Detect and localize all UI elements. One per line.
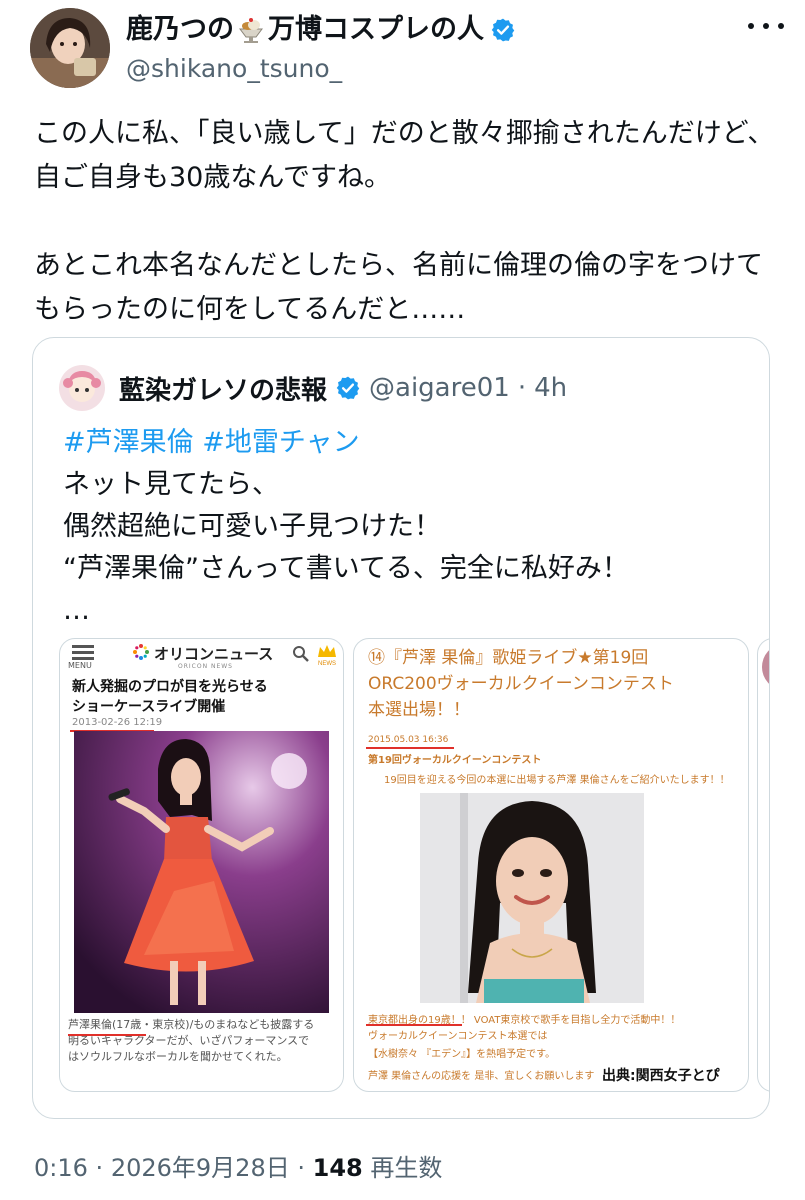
meta-separator: · bbox=[297, 1154, 305, 1182]
hashtag-link[interactable]: #地雷チャン bbox=[202, 427, 359, 458]
media-image-2[interactable]: ⑭『芦澤 果倫』歌姫ライブ★第19回 ORC200ヴォーカルクイーンコンテスト … bbox=[353, 638, 749, 1092]
portrait-photo bbox=[420, 793, 644, 1003]
red-underline bbox=[366, 747, 454, 749]
news-caption: 芦澤果倫(17歳・東京校)/ものまねなども披露する 明るいキャラクターだが、いざ… bbox=[68, 1018, 315, 1063]
menu-label: MENU bbox=[68, 661, 92, 670]
media-image-3[interactable] bbox=[757, 638, 769, 1092]
source-credit: 出典:関西女子とぴ bbox=[600, 1065, 722, 1085]
quoted-post-text: #芦澤果倫 #地雷チャン ネット見てたら、 偶然超絶に可愛い子見つけた！ “芦澤… bbox=[63, 422, 753, 632]
author-handle[interactable]: @shikano_tsuno_ bbox=[126, 54, 342, 83]
blog-line-3: 【水樹奈々 『エデン』】を熱唱予定です。 bbox=[368, 1049, 556, 1060]
post-date[interactable]: 2026年9月28日 bbox=[111, 1154, 290, 1182]
meta-separator: · bbox=[95, 1154, 104, 1182]
blog-line-2: ヴォーカルクイーンコンテスト本選では bbox=[368, 1031, 548, 1042]
crown-label: NEWS bbox=[318, 661, 336, 667]
news-date: 2013-02-26 12:19 bbox=[72, 717, 163, 728]
post-time[interactable]: 0:16 bbox=[34, 1154, 88, 1182]
quoted-separator: · bbox=[517, 373, 527, 403]
author-display-name[interactable]: 鹿乃つの 万博コスプレの人 bbox=[126, 14, 516, 46]
more-options-icon[interactable] bbox=[748, 14, 784, 38]
quoted-post-header: 藍染ガレソの悲報 @aigare01 · 4h bbox=[59, 364, 567, 412]
quoted-author-handle: @aigare01 bbox=[369, 373, 510, 403]
author-avatar[interactable] bbox=[30, 8, 110, 88]
red-underline bbox=[366, 1024, 462, 1026]
post-meta: 0:16 · 2026年9月28日 · 148 再生数 bbox=[34, 1148, 442, 1183]
quoted-verified-badge-icon bbox=[335, 375, 361, 401]
news-site-header: MENU オリコンニュース ORICON NEWS NEWS bbox=[60, 639, 343, 675]
oricon-logo-subtitle: ORICON NEWS bbox=[178, 663, 233, 670]
blog-date: 2015.05.03 16:36 bbox=[368, 735, 449, 745]
quoted-post-card[interactable]: 藍染ガレソの悲報 @aigare01 · 4h #芦澤果倫 #地雷チャン ネット… bbox=[32, 337, 770, 1119]
media-gallery: MENU オリコンニュース ORICON NEWS NEWS 新人発掘のプロが目… bbox=[59, 638, 769, 1108]
blog-subheading: 第19回ヴォーカルクイーンコンテスト bbox=[368, 755, 542, 766]
media-image-1[interactable]: MENU オリコンニュース ORICON NEWS NEWS 新人発掘のプロが目… bbox=[59, 638, 344, 1092]
author-name-part2: 万博コスプレの人 bbox=[268, 14, 484, 45]
news-headline: 新人発掘のプロが目を光らせる ショーケースライブ開催 bbox=[72, 679, 268, 715]
search-icon bbox=[292, 645, 310, 663]
verified-badge-icon bbox=[490, 17, 516, 43]
quoted-post-time: 4h bbox=[534, 373, 568, 403]
author-name-part1: 鹿乃つの bbox=[126, 14, 234, 45]
quoted-body: ネット見てたら、 偶然超絶に可愛い子見つけた！ “芦澤果倫”さんって書いてる、完… bbox=[63, 469, 629, 626]
post-text: この人に私、「良い歳して」だのと散々揶揄されたんだけど、自ご自身も30歳なんです… bbox=[34, 118, 775, 325]
post-header: 鹿乃つの 万博コスプレの人 @shikano_tsuno_ bbox=[30, 6, 790, 92]
view-count: 148 bbox=[312, 1154, 363, 1182]
menu-icon bbox=[72, 645, 94, 661]
quoted-author-avatar bbox=[59, 365, 105, 411]
oricon-logo-title: オリコンニュース bbox=[154, 645, 274, 663]
hashtag-link[interactable]: #芦澤果倫 bbox=[63, 427, 194, 458]
blog-line-4: 芦澤 果倫さんの応援を 是非、宜しくお願いします bbox=[368, 1071, 595, 1082]
blog-title: ⑭『芦澤 果倫』歌姫ライブ★第19回 ORC200ヴォーカルクイーンコンテスト … bbox=[368, 648, 674, 720]
media-3-thumbnail bbox=[762, 645, 769, 689]
quoted-author-name: 藍染ガレソの悲報 bbox=[119, 375, 328, 406]
oricon-logo-icon bbox=[132, 643, 150, 661]
blog-intro: 19回目を迎える今回の本選に出場する芦澤 果倫さんをご紹介いたします！！ bbox=[384, 775, 730, 786]
red-underline bbox=[68, 1034, 146, 1036]
view-count-label: 再生数 bbox=[370, 1154, 443, 1182]
parfait-emoji-icon bbox=[236, 15, 266, 45]
crown-icon: NEWS bbox=[316, 643, 338, 667]
singer-stage-photo bbox=[74, 731, 329, 1013]
